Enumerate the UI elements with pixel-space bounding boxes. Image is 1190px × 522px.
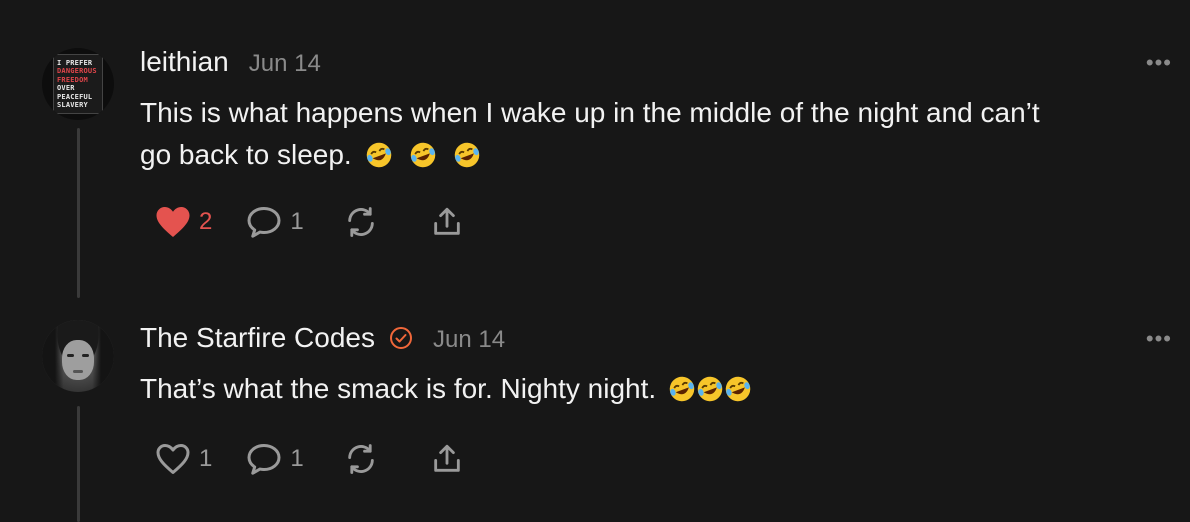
author-name[interactable]: The Starfire Codes (140, 322, 375, 354)
comment-button[interactable]: 1 (246, 442, 304, 476)
comment-button[interactable]: 1 (246, 205, 304, 239)
more-options-icon[interactable]: ••• (1146, 50, 1172, 76)
thread-line (77, 128, 80, 298)
book-cover-avatar-icon: I PREFER DANGEROUS FREEDOM OVER PEACEFUL… (53, 54, 103, 114)
rolling-on-floor-laughing-icon (411, 142, 436, 168)
heart-filled-icon (156, 207, 190, 237)
post-actions: 2 1 (155, 205, 464, 239)
thread-line (77, 406, 80, 522)
post-text: That’s what the smack is for. Nighty nig… (140, 368, 1150, 410)
comment-bubble-icon (247, 207, 281, 238)
post-text-line: That’s what the smack is for. Nighty nig… (140, 373, 657, 404)
comment-count: 1 (290, 208, 304, 235)
emoji-group (668, 373, 752, 404)
post-header: leithian Jun 14 (140, 46, 321, 78)
more-options-icon[interactable]: ••• (1146, 326, 1172, 352)
rolling-on-floor-laughing-icon (454, 142, 480, 168)
post-text-line: This is what happens when I wake up in t… (140, 97, 1040, 128)
like-count: 1 (199, 445, 213, 472)
post-date[interactable]: Jun 14 (433, 326, 505, 354)
like-button[interactable]: 2 (155, 205, 212, 239)
comment-bubble-icon (247, 444, 281, 475)
post-text-line-2: go back to sleep. (140, 139, 352, 170)
avatar-text: OVER (57, 84, 75, 92)
share-icon (433, 444, 460, 472)
avatar-text: PEACEFUL (57, 92, 93, 101)
avatar-text: SLAVERY (57, 101, 88, 109)
share-button[interactable] (430, 442, 464, 476)
restack-button[interactable] (344, 442, 378, 476)
post-date[interactable]: Jun 14 (249, 50, 321, 78)
post-actions: 1 1 (155, 442, 464, 476)
share-icon (433, 207, 460, 235)
avatar-text: FREEDOM (57, 75, 88, 84)
rolling-on-floor-laughing-icon (725, 376, 751, 402)
like-count: 2 (199, 208, 213, 235)
post-header: The Starfire Codes Jun 14 (140, 322, 505, 354)
heart-outline-icon (156, 444, 190, 474)
rolling-on-floor-laughing-icon (367, 142, 392, 168)
like-button[interactable]: 1 (155, 442, 212, 476)
avatar-text: I PREFER (57, 58, 93, 67)
verified-badge-icon (389, 326, 413, 350)
restack-button[interactable] (344, 205, 378, 239)
author-name[interactable]: leithian (140, 46, 229, 78)
restack-icon (347, 444, 374, 474)
avatar[interactable] (42, 320, 114, 392)
comment-count: 1 (290, 445, 304, 472)
post-text-line: go back to sleep. (140, 134, 1150, 176)
avatar[interactable]: I PREFER DANGEROUS FREEDOM OVER PEACEFUL… (42, 48, 114, 120)
post-text: This is what happens when I wake up in t… (140, 92, 1150, 176)
share-button[interactable] (430, 205, 464, 239)
restack-icon (347, 207, 374, 237)
emoji-group (365, 139, 481, 170)
avatar-text: DANGEROUS (57, 67, 97, 75)
